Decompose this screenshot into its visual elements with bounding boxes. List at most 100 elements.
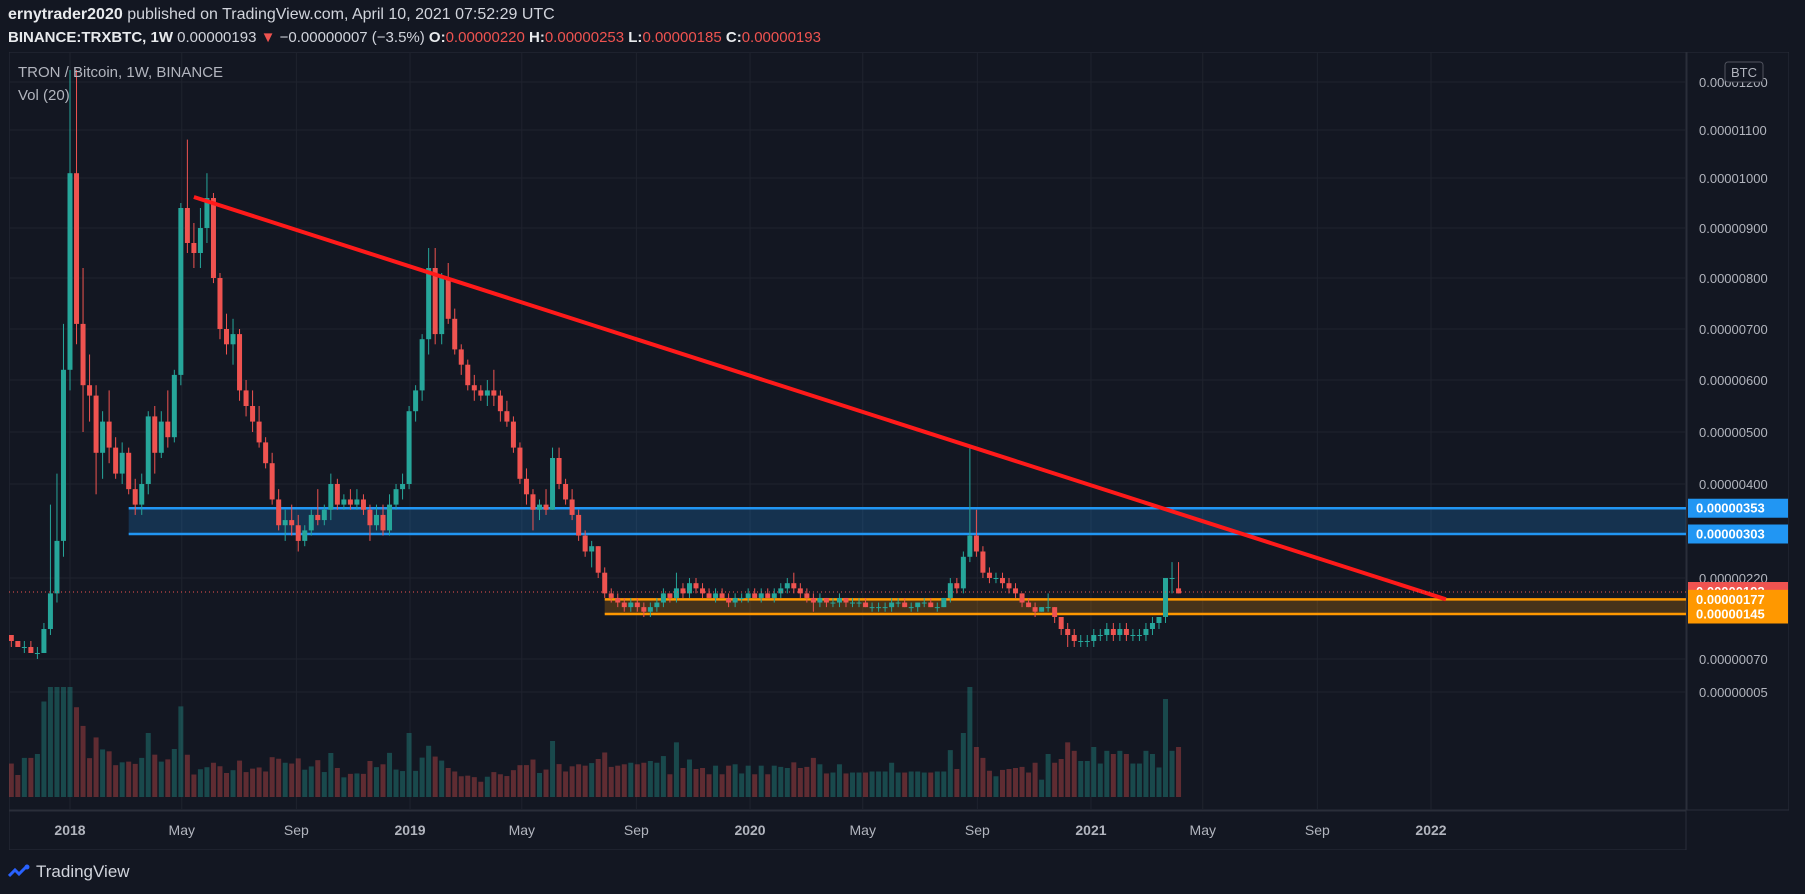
candle-body <box>289 520 295 526</box>
candle-body <box>804 593 810 598</box>
volume-bar <box>47 687 53 797</box>
candle-body <box>1084 641 1090 642</box>
candle-body <box>810 597 816 603</box>
candle-body <box>465 364 471 386</box>
x-tick-label: May <box>850 822 876 838</box>
volume-bar <box>771 765 777 797</box>
candle-body <box>347 499 353 505</box>
candle-body <box>139 484 145 505</box>
volume-bar <box>517 765 523 797</box>
volume-bar <box>765 774 771 797</box>
volume-bar <box>836 764 842 797</box>
candle-body <box>15 641 21 647</box>
volume-bar <box>367 761 373 797</box>
volume-bar <box>902 772 908 797</box>
candle-body <box>980 551 986 573</box>
author-name[interactable]: ernytrader2020 <box>8 6 123 23</box>
candle-body <box>432 268 438 335</box>
candle-body <box>54 540 60 594</box>
candle-body <box>1169 578 1175 579</box>
candle-body <box>171 374 177 438</box>
candle-body <box>876 607 882 609</box>
volume-bar <box>263 771 269 797</box>
volume-bar <box>895 772 901 797</box>
candle-body <box>1039 607 1045 612</box>
candle-body <box>667 593 673 598</box>
volume-bar <box>204 767 210 797</box>
volume-bar <box>250 768 256 797</box>
candle-body <box>986 572 992 578</box>
candle-body <box>530 494 536 510</box>
open-label: O: <box>428 29 446 46</box>
volume-bar <box>758 765 764 797</box>
brand-name: TradingView <box>36 862 130 881</box>
candle-body <box>693 583 699 589</box>
volume-bar <box>1078 761 1084 797</box>
candle-body <box>908 607 914 609</box>
y-tick-label: 0.00000700 <box>1699 322 1768 337</box>
candle-body <box>523 478 529 495</box>
volume-bar <box>328 753 334 797</box>
volume-bar <box>145 733 151 797</box>
candle-body <box>889 602 895 608</box>
volume-bar <box>947 750 953 797</box>
volume-bar <box>9 763 14 797</box>
price-change: −0.00000007 (−3.5%) <box>279 29 425 46</box>
legend-title[interactable]: TRON / Bitcoin, 1W, BINANCE <box>18 64 223 81</box>
volume-bar <box>595 759 601 797</box>
volume-bar <box>28 757 34 797</box>
volume-bar <box>289 763 295 797</box>
tradingview-brand[interactable]: TradingView <box>8 860 130 884</box>
candle-body <box>510 421 516 448</box>
volume-bar <box>230 770 236 797</box>
volume-bar <box>139 757 145 797</box>
volume-bar <box>100 749 106 797</box>
candle-body <box>191 243 197 253</box>
candle-body <box>445 278 451 319</box>
volume-bar <box>54 687 60 797</box>
volume-bar <box>126 761 132 797</box>
candle-body <box>256 421 262 443</box>
volume-bar <box>1143 750 1149 797</box>
candle-body <box>1052 607 1058 617</box>
candle-body <box>595 546 601 573</box>
volume-bar <box>752 774 758 797</box>
candle-body <box>647 607 653 612</box>
x-tick-label: 2021 <box>1075 822 1106 838</box>
volume-bar <box>686 759 692 797</box>
volume-legend[interactable]: Vol (20) <box>18 87 70 104</box>
resistance-zone <box>128 508 1687 534</box>
volume-bar <box>237 760 243 797</box>
volume-bar <box>400 771 406 797</box>
volume-bar <box>1149 754 1155 797</box>
candle-body <box>602 572 608 594</box>
volume-bar <box>321 772 327 797</box>
candle-body <box>902 602 908 608</box>
candle-body <box>1032 607 1038 612</box>
candle-body <box>556 458 562 484</box>
candle-body <box>1078 641 1084 642</box>
candle-body <box>360 499 366 510</box>
volume-bar <box>152 754 158 797</box>
candle-body <box>178 208 184 375</box>
volume-bar <box>276 758 282 797</box>
candle-body <box>276 499 282 526</box>
candle-body <box>941 597 947 608</box>
candle-body <box>67 173 73 370</box>
volume-bar <box>843 773 849 797</box>
volume-bar <box>41 701 47 797</box>
price-chart[interactable]: 0.000012000.000011000.000010000.00000900… <box>9 52 1789 850</box>
candle-body <box>1136 635 1142 636</box>
candle-body <box>719 593 725 598</box>
volume-bar <box>608 766 614 797</box>
x-tick-label: 2019 <box>394 822 425 838</box>
candle-body <box>334 484 340 505</box>
volume-bar <box>700 768 706 797</box>
volume-bar <box>667 774 673 797</box>
candle-body <box>850 602 856 604</box>
volume-bar <box>654 762 660 797</box>
last-price: 0.00000193 <box>177 29 257 46</box>
candle-body <box>758 593 764 598</box>
volume-bar <box>745 765 751 797</box>
volume-bar <box>197 769 203 797</box>
